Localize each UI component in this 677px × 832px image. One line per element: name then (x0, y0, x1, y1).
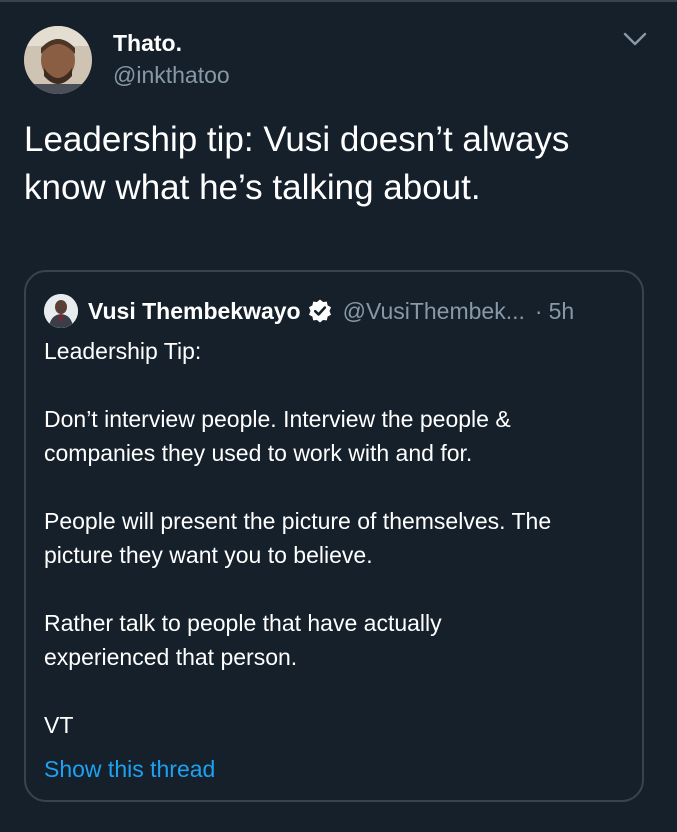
top-divider (0, 0, 677, 2)
quoted-avatar-photo (44, 294, 78, 328)
tweet-text-line: know what he’s talking about. (24, 168, 481, 207)
quoted-line: companies they used to work with and for… (44, 440, 473, 466)
quoted-author-avatar[interactable] (44, 294, 78, 328)
tweet-text-line: Leadership tip: Vusi doesn’t always (24, 120, 570, 159)
quoted-line: experienced that person. (44, 644, 298, 670)
quoted-paragraph: Rather talk to people that have actually… (44, 606, 634, 674)
quoted-line: VT (44, 712, 74, 738)
author-avatar[interactable] (24, 26, 92, 94)
header-separator: · (534, 297, 543, 324)
quoted-paragraph: VT (44, 708, 634, 742)
quoted-paragraph: Don’t interview people. Interview the pe… (44, 402, 634, 470)
quoted-line: People will present the picture of thems… (44, 508, 552, 534)
quoted-tweet-card[interactable]: Vusi Thembekwayo @VusiThembek... · 5h Le… (24, 270, 644, 802)
quoted-tweet-body: Leadership Tip: Don’t interview people. … (44, 334, 634, 742)
tweet-text: Leadership tip: Vusi doesn’t always know… (24, 116, 654, 212)
verified-badge-icon (307, 298, 333, 324)
show-thread-link[interactable]: Show this thread (44, 752, 215, 786)
chevron-down-icon[interactable] (620, 28, 650, 50)
quoted-line: Don’t interview people. Interview the pe… (44, 406, 511, 432)
quoted-author-name[interactable]: Vusi Thembekwayo (88, 298, 301, 325)
quoted-paragraph: People will present the picture of thems… (44, 504, 634, 572)
quoted-tweet-timestamp[interactable]: 5h (549, 298, 575, 325)
author-name[interactable]: Thato. (113, 30, 182, 56)
quoted-tweet-header: Vusi Thembekwayo @VusiThembek... · 5h (88, 296, 574, 326)
quoted-line: Leadership Tip: (44, 338, 202, 364)
avatar-photo (24, 26, 92, 94)
quoted-author-handle[interactable]: @VusiThembek... (343, 298, 525, 325)
author-handle[interactable]: @inkthatoo (113, 62, 230, 88)
quoted-line: picture they want you to believe. (44, 542, 373, 568)
quoted-line: Rather talk to people that have actually (44, 610, 442, 636)
quoted-paragraph: Leadership Tip: (44, 334, 634, 368)
